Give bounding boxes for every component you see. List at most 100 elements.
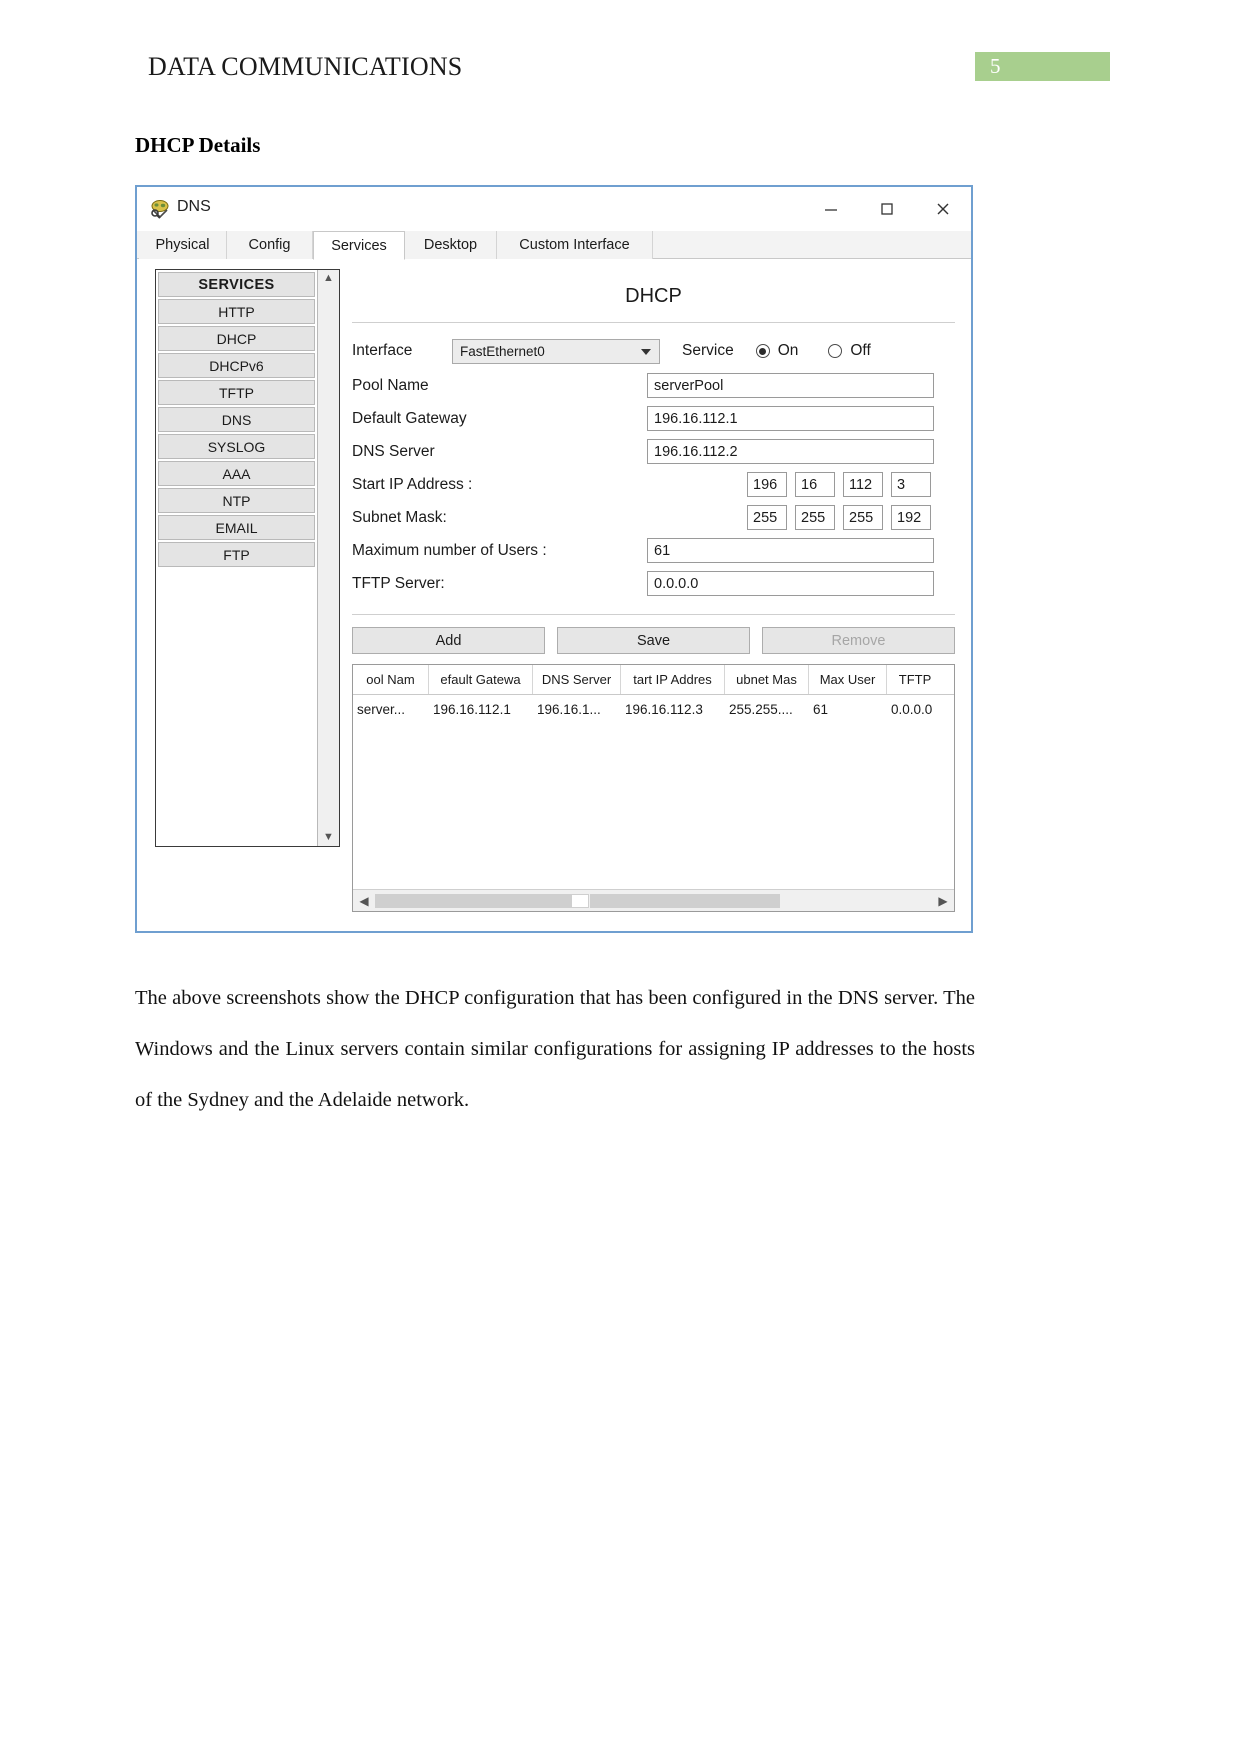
page-number-text: 5 bbox=[990, 54, 1001, 78]
tab-config[interactable]: Config bbox=[227, 231, 313, 259]
scrollbar-track[interactable] bbox=[375, 893, 932, 908]
column-header-default-gateway[interactable]: efault Gatewa bbox=[429, 665, 533, 694]
default-gateway-row: Default Gateway 196.16.112.1 bbox=[352, 402, 955, 435]
sidebar-scrollbar[interactable]: ▲ ▼ bbox=[317, 270, 339, 846]
cell-dns-server: 196.16.1... bbox=[537, 701, 601, 717]
cell-max-users: 61 bbox=[813, 701, 829, 717]
chevron-up-icon[interactable]: ▲ bbox=[323, 273, 334, 284]
window-title: DNS bbox=[177, 198, 211, 215]
cell-default-gateway: 196.16.112.1 bbox=[433, 701, 511, 717]
max-users-row: Maximum number of Users : 61 bbox=[352, 534, 955, 567]
service-label: Service bbox=[682, 342, 734, 359]
sidebar-item-dhcpv6[interactable]: DHCPv6 bbox=[158, 353, 315, 378]
panel-divider-bottom bbox=[352, 614, 955, 615]
window-titlebar: DNS bbox=[137, 187, 971, 231]
service-off-radio[interactable] bbox=[828, 344, 843, 358]
chevron-down-icon[interactable]: ▼ bbox=[323, 832, 334, 843]
document-header: DATA COMMUNICATIONS 5 bbox=[0, 0, 1241, 110]
close-icon[interactable] bbox=[915, 187, 971, 231]
services-sidebar: SERVICES HTTP DHCP DHCPv6 TFTP DNS SYSLO… bbox=[155, 269, 340, 847]
tab-custom-interface[interactable]: Custom Interface bbox=[497, 231, 653, 259]
cell-pool-name: server... bbox=[357, 701, 406, 717]
add-button[interactable]: Add bbox=[352, 627, 545, 654]
start-ip-octet-2[interactable]: 16 bbox=[795, 472, 835, 497]
dns-server-input[interactable]: 196.16.112.2 bbox=[647, 439, 934, 464]
tftp-server-label: TFTP Server: bbox=[352, 574, 445, 592]
server-icon bbox=[149, 198, 171, 220]
cell-tftp: 0.0.0.0 bbox=[891, 701, 933, 717]
tab-strip: Physical Config Services Desktop Custom … bbox=[137, 231, 971, 260]
minimize-icon[interactable] bbox=[803, 187, 859, 231]
subnet-mask-octet-3[interactable]: 255 bbox=[843, 505, 883, 530]
sidebar-item-email[interactable]: EMAIL bbox=[158, 515, 315, 540]
table-horizontal-scrollbar[interactable]: ◀ ▶ bbox=[353, 889, 954, 911]
interface-select-value: FastEthernet0 bbox=[460, 343, 545, 359]
column-header-max-users[interactable]: Max User bbox=[809, 665, 887, 694]
scrollbar-track-left bbox=[375, 893, 571, 908]
subnet-mask-octet-2[interactable]: 255 bbox=[795, 505, 835, 530]
sidebar-item-dns[interactable]: DNS bbox=[158, 407, 315, 432]
column-header-dns-server[interactable]: DNS Server bbox=[533, 665, 621, 694]
dns-device-window: DNS Physical Config Services Desktop Cus… bbox=[135, 185, 973, 933]
chevron-down-icon bbox=[641, 348, 651, 355]
start-ip-label: Start IP Address : bbox=[352, 475, 473, 493]
service-on-radio[interactable] bbox=[755, 344, 770, 358]
subnet-mask-label: Subnet Mask: bbox=[352, 508, 447, 526]
services-list-header: SERVICES bbox=[158, 272, 315, 297]
column-header-subnet-mask[interactable]: ubnet Mas bbox=[725, 665, 809, 694]
services-list: SERVICES HTTP DHCP DHCPv6 TFTP DNS SYSLO… bbox=[156, 270, 317, 846]
max-users-input[interactable]: 61 bbox=[647, 538, 934, 563]
service-on-label: On bbox=[777, 342, 799, 359]
pool-name-label: Pool Name bbox=[352, 376, 429, 394]
action-buttons: Add Save Remove bbox=[352, 627, 955, 654]
dns-server-label: DNS Server bbox=[352, 442, 435, 460]
arrow-left-icon[interactable]: ◀ bbox=[353, 894, 375, 908]
sidebar-item-http[interactable]: HTTP bbox=[158, 299, 315, 324]
service-off-label: Off bbox=[850, 342, 871, 359]
panel-title: DHCP bbox=[625, 285, 682, 307]
cell-start-ip: 196.16.112.3 bbox=[625, 701, 703, 717]
section-heading: DHCP Details bbox=[135, 133, 261, 157]
tab-physical[interactable]: Physical bbox=[139, 231, 227, 259]
sidebar-item-aaa[interactable]: AAA bbox=[158, 461, 315, 486]
column-header-pool-name[interactable]: ool Nam bbox=[353, 665, 429, 694]
start-ip-octet-4[interactable]: 3 bbox=[891, 472, 931, 497]
tftp-server-input[interactable]: 0.0.0.0 bbox=[647, 571, 934, 596]
table-header-row: ool Nam efault Gatewa DNS Server tart IP… bbox=[353, 665, 954, 695]
subnet-mask-octet-1[interactable]: 255 bbox=[747, 505, 787, 530]
tab-services[interactable]: Services bbox=[313, 231, 405, 260]
max-users-label: Maximum number of Users : bbox=[352, 541, 547, 559]
document-header-title: DATA COMMUNICATIONS bbox=[148, 52, 463, 81]
interface-row: Interface FastEthernet0 Service On Off bbox=[352, 333, 955, 369]
start-ip-octet-3[interactable]: 112 bbox=[843, 472, 883, 497]
column-header-start-ip[interactable]: tart IP Addres bbox=[621, 665, 725, 694]
sidebar-item-ntp[interactable]: NTP bbox=[158, 488, 315, 513]
column-header-tftp[interactable]: TFTP bbox=[887, 665, 943, 694]
scrollbar-thumb[interactable] bbox=[571, 893, 589, 908]
table-row[interactable]: server... 196.16.112.1 196.16.1... 196.1… bbox=[353, 695, 954, 723]
page-number-badge: 5 bbox=[975, 52, 1110, 81]
interface-label: Interface bbox=[352, 342, 413, 359]
window-body: SERVICES HTTP DHCP DHCPv6 TFTP DNS SYSLO… bbox=[137, 259, 971, 931]
pool-name-input[interactable]: serverPool bbox=[647, 373, 934, 398]
subnet-mask-octet-4[interactable]: 192 bbox=[891, 505, 931, 530]
sidebar-item-ftp[interactable]: FTP bbox=[158, 542, 315, 567]
sidebar-item-syslog[interactable]: SYSLOG bbox=[158, 434, 315, 459]
tab-desktop[interactable]: Desktop bbox=[405, 231, 497, 259]
start-ip-octet-1[interactable]: 196 bbox=[747, 472, 787, 497]
remove-button[interactable]: Remove bbox=[762, 627, 955, 654]
sidebar-item-dhcp[interactable]: DHCP bbox=[158, 326, 315, 351]
dhcp-panel: DHCP Interface FastEthernet0 Service On … bbox=[352, 269, 955, 921]
default-gateway-input[interactable]: 196.16.112.1 bbox=[647, 406, 934, 431]
start-ip-row: Start IP Address : 196 16 112 3 bbox=[352, 468, 955, 501]
panel-divider-top bbox=[352, 322, 955, 323]
pool-name-row: Pool Name serverPool bbox=[352, 369, 955, 402]
tftp-server-row: TFTP Server: 0.0.0.0 bbox=[352, 567, 955, 600]
save-button[interactable]: Save bbox=[557, 627, 750, 654]
sidebar-item-tftp[interactable]: TFTP bbox=[158, 380, 315, 405]
maximize-icon[interactable] bbox=[859, 187, 915, 231]
default-gateway-label: Default Gateway bbox=[352, 409, 467, 427]
arrow-right-icon[interactable]: ▶ bbox=[932, 894, 954, 908]
window-controls bbox=[803, 187, 971, 231]
interface-select[interactable]: FastEthernet0 bbox=[452, 338, 660, 364]
